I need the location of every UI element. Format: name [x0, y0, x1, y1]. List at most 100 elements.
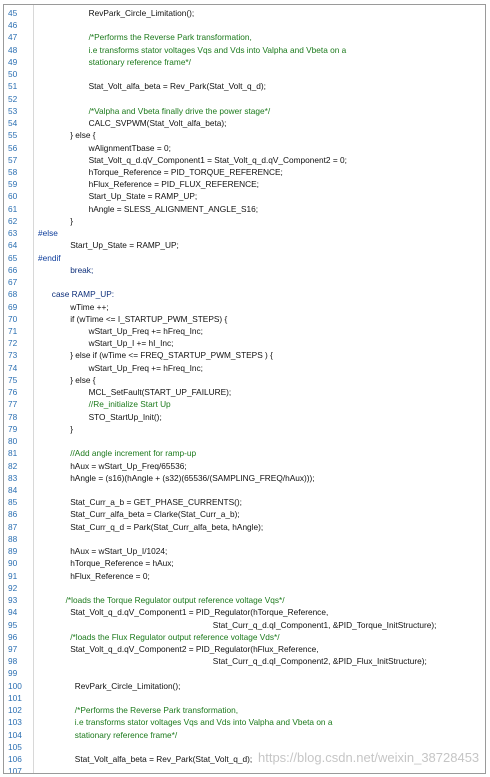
- line-number: 93: [8, 595, 18, 606]
- line-number: 53: [8, 105, 18, 116]
- line-number: 96: [8, 631, 18, 642]
- code-text: }: [70, 423, 73, 434]
- line-number: 84: [8, 484, 18, 495]
- line-number: 78: [8, 411, 18, 422]
- code-line: 80: [4, 435, 485, 447]
- code-line: 69 wTime ++;: [4, 301, 485, 313]
- line-number: 98: [8, 656, 18, 667]
- line-number: 102: [8, 705, 22, 716]
- code-line: 48 i.e transforms stator voltages Vqs and…: [4, 44, 485, 56]
- code-line: 96 /*loads the Flux Regulator output refe…: [4, 631, 485, 643]
- code-line: 59 hFlux_Reference = PID_FLUX_REFERENCE;: [4, 178, 485, 190]
- line-number: 72: [8, 338, 18, 349]
- code-line: 46: [4, 19, 485, 31]
- line-number: 83: [8, 472, 18, 483]
- code-line: 68 case RAMP_UP:: [4, 288, 485, 300]
- code-text: Stat_Curr_q_d = Park(Stat_Curr_alfa_beta…: [70, 521, 264, 532]
- line-number: 59: [8, 179, 18, 190]
- code-text: #else: [38, 228, 58, 239]
- code-text: /*Valpha and Vbeta finally drive the pow…: [88, 105, 271, 116]
- code-text: /*Performs the Reverse Park transformati…: [88, 32, 252, 43]
- code-line: 97 Stat_Volt_q_d.qV_Component2 = PID_Regu…: [4, 643, 485, 655]
- code-text: wAlignmentTbase = 0;: [88, 142, 171, 153]
- code-line: 86 Stat_Curr_alfa_beta = Clarke(Stat_Curr…: [4, 508, 485, 520]
- line-number: 101: [8, 692, 22, 703]
- code-text: hAux = wStart_Up_I/1024;: [70, 546, 168, 557]
- code-text: Stat_Volt_alfa_beta = Rev_Park(Stat_Volt…: [88, 81, 266, 92]
- code-line: 63 #else: [4, 227, 485, 239]
- code-line: 64 Start_Up_State = RAMP_UP;: [4, 239, 485, 251]
- line-number: 66: [8, 264, 18, 275]
- code-text: /*Performs the Reverse Park transformati…: [74, 705, 239, 716]
- line-number: 54: [8, 118, 18, 129]
- code-line: 92: [4, 582, 485, 594]
- code-line: 72 wStart_Up_I += hI_Inc;: [4, 337, 485, 349]
- code-text: wStart_Up_Freq += hFreq_Inc;: [88, 362, 203, 373]
- code-line: 89 hAux = wStart_Up_I/1024;: [4, 545, 485, 557]
- code-text: hTorque_Reference = hAux;: [70, 558, 174, 569]
- code-text: Stat_Curr_alfa_beta = Clarke(Stat_Curr_a…: [70, 509, 240, 520]
- line-number: 57: [8, 154, 18, 165]
- code-line: 82 hAux = wStart_Up_Freq/65536;: [4, 460, 485, 472]
- line-number: 79: [8, 423, 18, 434]
- code-line: 95 Stat_Curr_q_d.qI_Component1, &PID_Torq…: [4, 619, 485, 631]
- code-line: 88: [4, 533, 485, 545]
- code-text: if (wTime <= I_STARTUP_PWM_STEPS) {: [70, 313, 228, 324]
- code-text: //Re_initialize Start Up: [88, 399, 171, 410]
- line-number: 91: [8, 570, 18, 581]
- code-line: 84: [4, 484, 485, 496]
- line-number: 64: [8, 240, 18, 251]
- code-line: 77 //Re_initialize Start Up: [4, 398, 485, 410]
- code-text: wTime ++;: [70, 301, 109, 312]
- code-line: 90 hTorque_Reference = hAux;: [4, 557, 485, 569]
- line-number: 61: [8, 203, 18, 214]
- code-text: hTorque_Reference = PID_TORQUE_REFERENCE…: [88, 166, 283, 177]
- line-number: 107: [8, 766, 22, 774]
- code-text: } else {: [70, 374, 96, 385]
- code-line: 52: [4, 93, 485, 105]
- code-line: 93 /*loads the Torque Regulator output re…: [4, 594, 485, 606]
- line-number: 87: [8, 521, 18, 532]
- code-text: i.e transforms stator voltages Vqs and V…: [88, 44, 347, 55]
- code-line: 73} else if (wTime <= FREQ_STARTUP_PWM_S…: [4, 349, 485, 361]
- line-number: 46: [8, 20, 18, 31]
- line-number: 58: [8, 166, 18, 177]
- code-line: 58 hTorque_Reference = PID_TORQUE_REFEREN…: [4, 166, 485, 178]
- code-text: CALC_SVPWM(Stat_Volt_alfa_beta);: [88, 118, 227, 129]
- code-text: case RAMP_UP:: [51, 289, 115, 300]
- line-number: 51: [8, 81, 18, 92]
- line-number: 52: [8, 93, 18, 104]
- code-line: 83 hAngle = (s16)(hAngle + (s32)(65536/(S…: [4, 472, 485, 484]
- code-line: 62}: [4, 215, 485, 227]
- code-text: STO_StartUp_Init();: [88, 411, 162, 422]
- code-line: 71 wStart_Up_Freq += hFreq_Inc;: [4, 325, 485, 337]
- line-number: 65: [8, 252, 18, 263]
- code-line: 102 /*Performs the Reverse Park transform…: [4, 704, 485, 716]
- line-number: 86: [8, 509, 18, 520]
- line-number: 88: [8, 533, 18, 544]
- line-number: 68: [8, 289, 18, 300]
- code-line: 79}: [4, 423, 485, 435]
- line-number: 45: [8, 8, 18, 18]
- code-text: Start_Up_State = RAMP_UP;: [88, 191, 198, 202]
- line-number: 71: [8, 325, 18, 336]
- line-number: 55: [8, 130, 18, 141]
- line-number: 62: [8, 215, 18, 226]
- line-number: 95: [8, 619, 18, 630]
- code-text: /*loads the Torque Regulator output refe…: [65, 595, 285, 606]
- code-line: 107: [4, 765, 485, 774]
- line-number: 76: [8, 387, 18, 398]
- code-line: 70 if (wTime <= I_STARTUP_PWM_STEPS) {: [4, 313, 485, 325]
- code-text: stationary reference frame*/: [88, 56, 191, 67]
- code-text: Stat_Curr_q_d.qI_Component2, &PID_Flux_I…: [212, 656, 427, 667]
- code-text: hFlux_Reference = PID_FLUX_REFERENCE;: [88, 179, 259, 190]
- code-text: wStart_Up_I += hI_Inc;: [88, 338, 174, 349]
- code-text: //Add angle increment for ramp-up: [70, 448, 197, 459]
- code-text: hAngle = (s16)(hAngle + (s32)(65536/(SAM…: [70, 472, 315, 483]
- code-text: MCL_SetFault(START_UP_FAILURE);: [88, 387, 232, 398]
- line-number: 106: [8, 754, 22, 765]
- code-line: 94 Stat_Volt_q_d.qV_Component1 = PID_Regu…: [4, 606, 485, 618]
- code-text: } else {: [70, 130, 96, 141]
- line-number: 74: [8, 362, 18, 373]
- code-line: 61 hAngle = SLESS_ALIGNMENT_ANGLE_S16;: [4, 203, 485, 215]
